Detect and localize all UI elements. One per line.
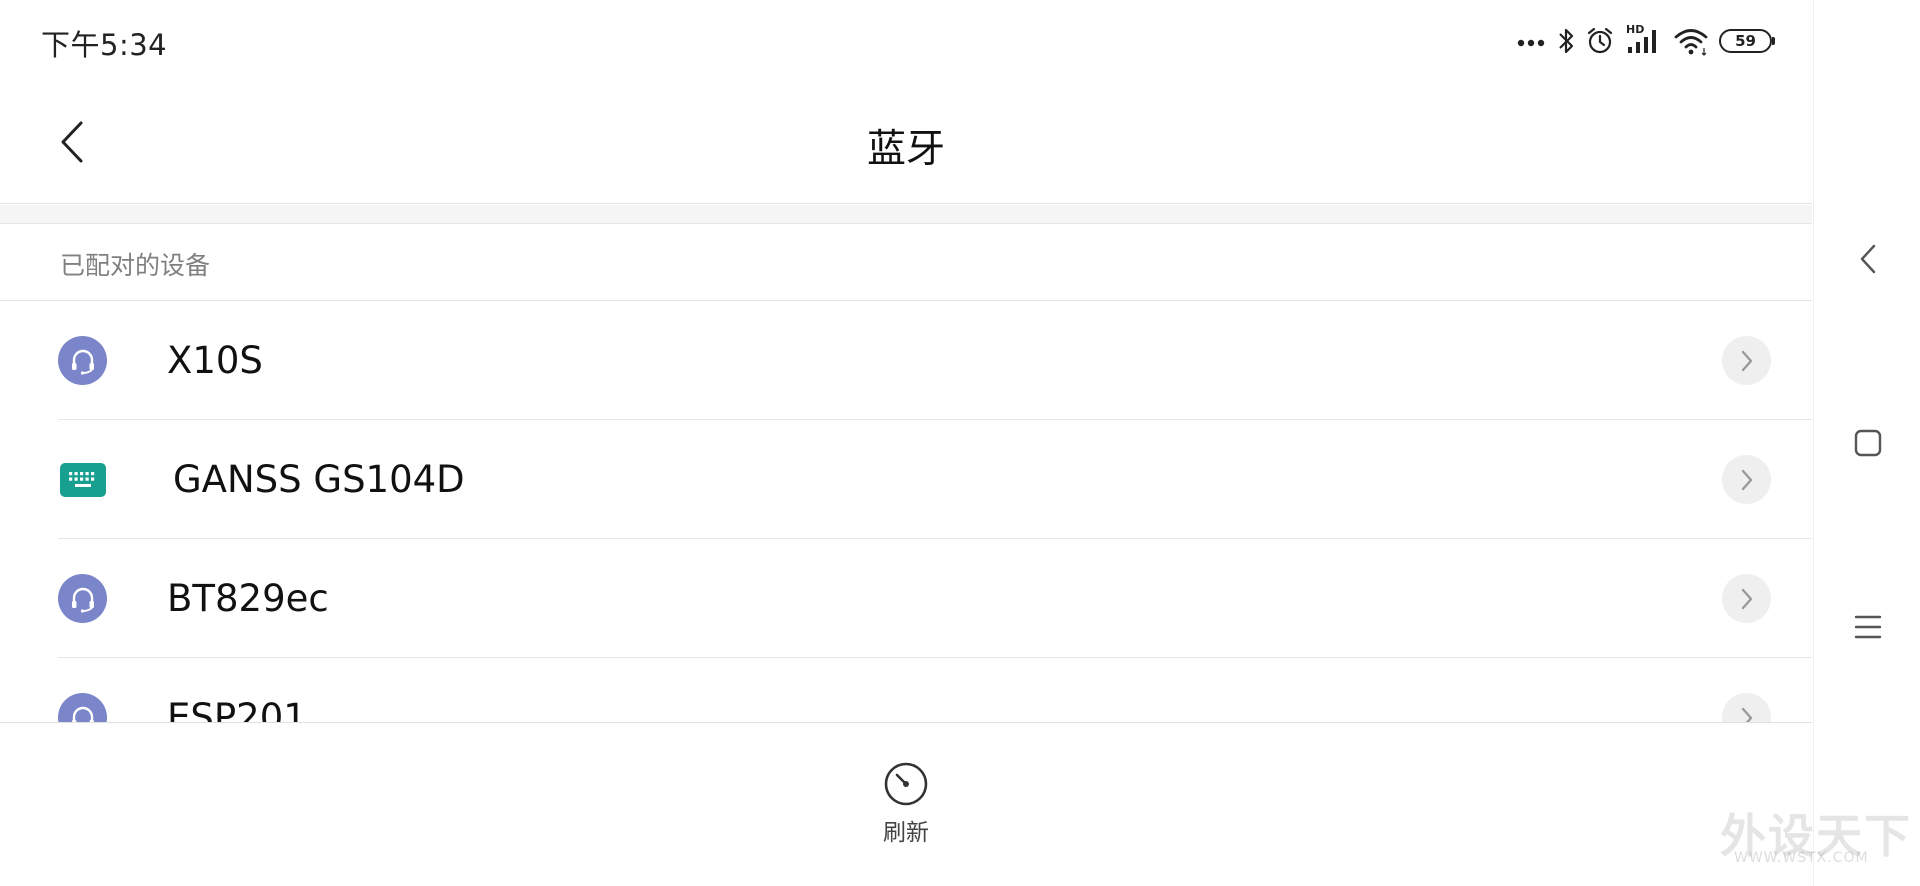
device-name: ESP201 — [167, 696, 307, 722]
nav-back-button[interactable] — [1814, 224, 1920, 294]
bottom-action-bar: 刷新 — [0, 722, 1812, 886]
paired-device-list: X10S GANSS GS104D BT829ec ESP201 — [0, 301, 1812, 722]
nav-menu-button[interactable] — [1814, 592, 1920, 662]
device-icon — [58, 693, 107, 722]
system-nav-bar — [1813, 0, 1920, 886]
device-detail-button[interactable] — [1722, 574, 1771, 623]
chevron-right-icon — [1741, 469, 1752, 490]
device-detail-button[interactable] — [1722, 336, 1771, 385]
device-row-bt829ec[interactable]: BT829ec — [0, 539, 1812, 658]
battery-tip — [1772, 37, 1775, 45]
status-time: 下午5:34 — [41, 28, 168, 62]
headset-icon — [58, 574, 107, 623]
chevron-right-icon — [1741, 350, 1752, 371]
device-row-esp201[interactable]: ESP201 — [0, 658, 1812, 722]
status-bar: 下午5:34 HD 59 — [0, 0, 1812, 82]
headset-icon — [58, 693, 107, 722]
page-title: 蓝牙 — [866, 127, 945, 172]
device-name: GANSS GS104D — [173, 458, 465, 501]
hd-signal-icon: HD — [1625, 23, 1663, 56]
device-icon — [58, 455, 107, 504]
device-name: X10S — [167, 339, 263, 382]
battery-level: 59 — [1719, 29, 1772, 53]
device-icon — [58, 336, 107, 385]
device-row-x10s[interactable]: X10S — [0, 301, 1812, 420]
alarm-icon — [1585, 26, 1615, 56]
bluetooth-icon — [1557, 26, 1575, 56]
chevron-right-icon — [1741, 707, 1752, 722]
wifi-icon — [1673, 26, 1709, 56]
more-dots-icon — [1517, 35, 1547, 47]
status-icons: HD 59 — [1517, 23, 1775, 58]
section-gap — [0, 205, 1812, 224]
refresh-button[interactable]: 刷新 — [856, 761, 956, 851]
home-nav-icon — [1854, 429, 1881, 457]
device-detail-button[interactable] — [1722, 693, 1771, 722]
device-name: BT829ec — [167, 577, 329, 620]
menu-nav-icon — [1854, 615, 1881, 639]
nav-home-button[interactable] — [1814, 408, 1920, 478]
bluetooth-settings-screen: 下午5:34 HD 59 蓝牙 已配对的设备 X10S GANSS GS104D… — [0, 0, 1920, 886]
chevron-right-icon — [1741, 588, 1752, 609]
device-icon — [58, 574, 107, 623]
title-bar: 蓝牙 — [0, 82, 1812, 204]
refresh-icon — [884, 762, 928, 806]
device-row-ganss[interactable]: GANSS GS104D — [0, 420, 1812, 539]
refresh-label: 刷新 — [883, 820, 929, 846]
paired-devices-header: 已配对的设备 — [60, 251, 211, 280]
battery-icon: 59 — [1719, 29, 1775, 53]
watermark-url: WWW.WSTX.COM — [1734, 850, 1869, 866]
back-nav-icon — [1860, 244, 1875, 274]
device-detail-button[interactable] — [1722, 455, 1771, 504]
headset-icon — [58, 336, 107, 385]
keyboard-icon — [59, 462, 106, 497]
